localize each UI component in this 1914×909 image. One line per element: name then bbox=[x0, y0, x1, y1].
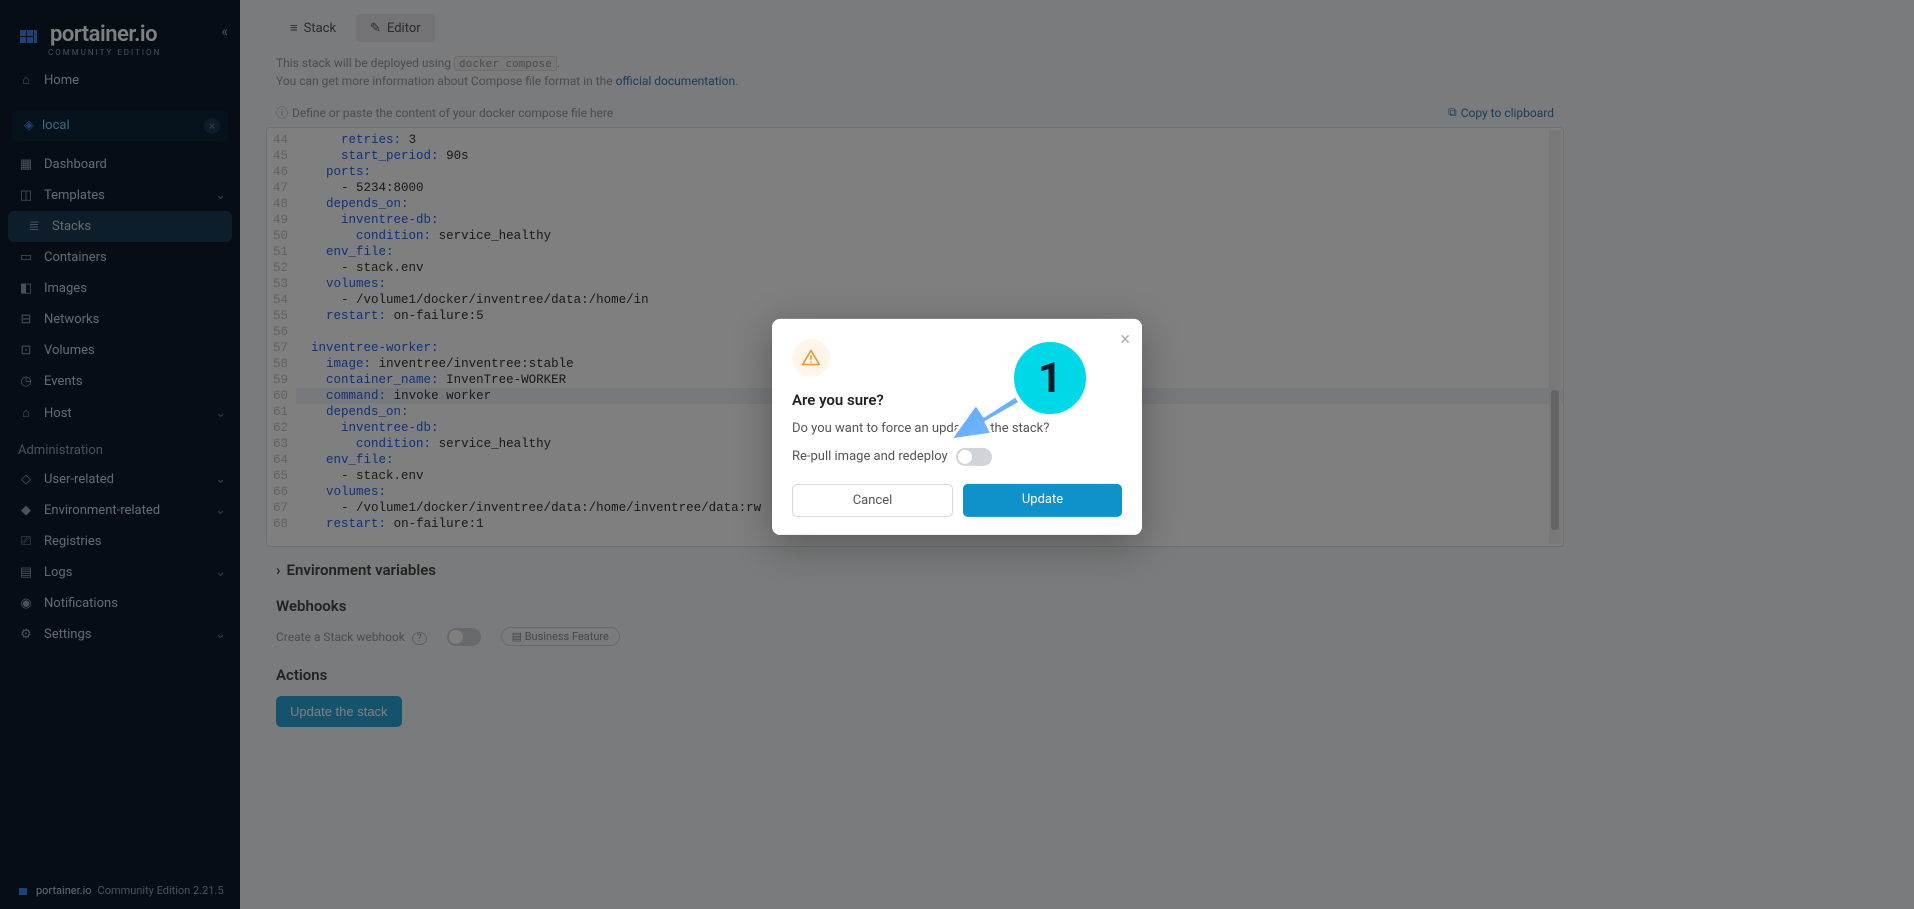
update-button[interactable]: Update bbox=[963, 483, 1122, 516]
dialog-close-icon[interactable]: × bbox=[1120, 328, 1130, 349]
confirm-dialog: × Are you sure? Do you want to force an … bbox=[772, 318, 1142, 534]
repull-toggle-label: Re-pull image and redeploy bbox=[792, 449, 948, 464]
cancel-button[interactable]: Cancel bbox=[792, 483, 953, 516]
dialog-title: Are you sure? bbox=[792, 390, 1122, 408]
repull-toggle-row: Re-pull image and redeploy bbox=[792, 447, 1122, 465]
repull-toggle[interactable] bbox=[956, 447, 992, 465]
warning-icon bbox=[792, 338, 830, 376]
dialog-body: Do you want to force an update of the st… bbox=[792, 420, 1122, 435]
